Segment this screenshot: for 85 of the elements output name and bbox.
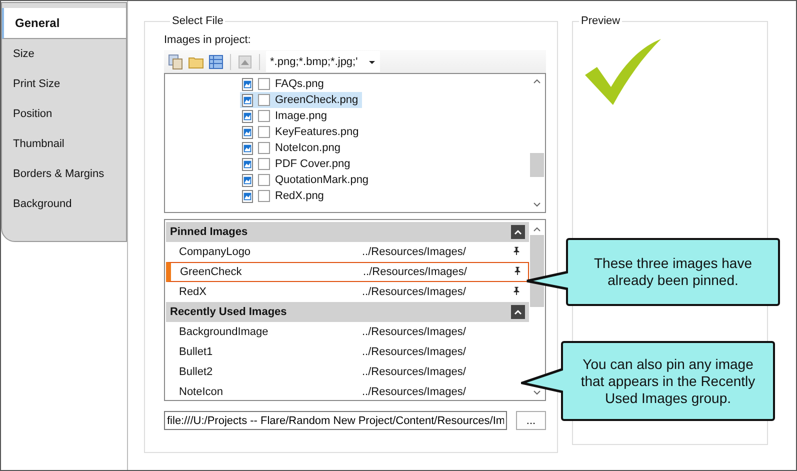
image-file-icon xyxy=(242,94,253,106)
scroll-thumb[interactable] xyxy=(530,235,544,307)
image-name: NoteIcon xyxy=(179,386,224,398)
file-name: NoteIcon.png xyxy=(275,142,340,154)
group-header[interactable]: Pinned Images xyxy=(166,222,529,242)
image-file-icon xyxy=(242,78,253,90)
file-item[interactable]: PDF Cover.png xyxy=(240,156,354,172)
file-item[interactable]: Image.png xyxy=(240,108,331,124)
scroll-up-icon[interactable] xyxy=(532,77,542,85)
pin-icon[interactable] xyxy=(512,246,521,255)
list-label: Images in project: xyxy=(164,34,252,46)
scroll-thumb[interactable] xyxy=(530,153,544,177)
image-file-icon xyxy=(242,174,253,186)
image-name: GreenCheck xyxy=(180,266,243,278)
callout: These three images have already been pinned. xyxy=(566,238,780,306)
tab[interactable]: Thumbnail xyxy=(2,129,126,159)
image-name: RedX xyxy=(179,286,208,298)
checkbox[interactable] xyxy=(258,94,270,106)
image-file-icon xyxy=(242,126,253,138)
group-title: Select File xyxy=(171,15,224,27)
file-name: GreenCheck.png xyxy=(275,94,358,106)
file-name: FAQs.png xyxy=(275,78,324,90)
checkbox[interactable] xyxy=(258,174,270,186)
image-path: ../Resources/Images/ xyxy=(363,266,468,278)
checkbox[interactable] xyxy=(258,142,270,154)
tab[interactable]: Background xyxy=(2,189,126,219)
checkbox[interactable] xyxy=(258,158,270,170)
checkbox[interactable] xyxy=(258,190,270,202)
image-file-icon xyxy=(242,158,253,170)
image-name: Bullet2 xyxy=(179,366,214,378)
callout: You can also pin any image that appears in the Recently Used Images group. xyxy=(561,341,775,421)
image-path: ../Resources/Images/ xyxy=(362,366,467,378)
image-row[interactable]: Bullet2 ../Resources/Images/ xyxy=(166,362,529,382)
path-field[interactable]: file:///U:/Projects -- Flare/Random New Project/Content/Resources/Im xyxy=(164,411,507,430)
tab[interactable]: Size xyxy=(2,39,126,69)
file-item[interactable]: RedX.png xyxy=(240,188,328,204)
checkmark-icon xyxy=(583,37,663,107)
collapse-icon[interactable] xyxy=(511,225,525,239)
image-row[interactable]: BackgroundImage ../Resources/Images/ xyxy=(166,322,529,342)
image-file-icon xyxy=(242,110,253,122)
file-name: Image.png xyxy=(275,110,327,122)
checkbox[interactable] xyxy=(258,110,270,122)
image-path: ../Resources/Images/ xyxy=(362,346,467,358)
image-path: ../Resources/Images/ xyxy=(362,286,467,298)
file-name: QuotationMark.png xyxy=(275,174,369,186)
file-item[interactable]: KeyFeatures.png xyxy=(240,124,363,140)
group-title: Preview xyxy=(580,15,622,27)
image-path: ../Resources/Images/ xyxy=(362,246,467,258)
scroll-up-icon[interactable] xyxy=(532,225,542,233)
image-name: BackgroundImage xyxy=(179,326,270,338)
file-name: PDF Cover.png xyxy=(275,158,350,170)
grid-icon[interactable] xyxy=(208,54,224,70)
file-name: KeyFeatures.png xyxy=(275,126,359,138)
scroll-down-icon[interactable] xyxy=(532,201,542,209)
collapse-icon[interactable] xyxy=(511,305,525,319)
tab[interactable]: Position xyxy=(2,99,126,129)
callout-pointer xyxy=(521,365,563,395)
filter-dropdown[interactable]: *.png;*.bmp;*.jpg;' xyxy=(266,51,380,72)
file-item[interactable]: GreenCheck.png xyxy=(240,92,362,108)
image-row[interactable]: RedX ../Resources/Images/ xyxy=(166,282,529,302)
pin-icon[interactable] xyxy=(513,266,522,275)
group-header[interactable]: Recently Used Images xyxy=(166,302,529,322)
upload-icon[interactable] xyxy=(237,54,253,70)
image-file-icon xyxy=(242,142,253,154)
copy-icon[interactable] xyxy=(168,54,184,70)
image-row[interactable]: Bullet1 ../Resources/Images/ xyxy=(166,342,529,362)
tab[interactable]: General xyxy=(2,8,126,39)
checkbox[interactable] xyxy=(258,78,270,90)
checkbox[interactable] xyxy=(258,126,270,138)
file-item[interactable]: FAQs.png xyxy=(240,76,328,92)
file-item[interactable]: NoteIcon.png xyxy=(240,140,344,156)
browse-button[interactable]: ... xyxy=(516,411,546,430)
scroll-down-icon[interactable] xyxy=(532,389,542,397)
image-path: ../Resources/Images/ xyxy=(362,386,467,398)
image-path: ../Resources/Images/ xyxy=(362,326,467,338)
image-name: Bullet1 xyxy=(179,346,214,358)
pin-icon[interactable] xyxy=(512,286,521,295)
file-item[interactable]: QuotationMark.png xyxy=(240,172,373,188)
image-name: CompanyLogo xyxy=(179,246,252,258)
file-name: RedX.png xyxy=(275,190,324,202)
tab[interactable]: Print Size xyxy=(2,69,126,99)
callout-pointer xyxy=(526,268,568,292)
image-file-icon xyxy=(242,190,253,202)
image-row[interactable]: CompanyLogo ../Resources/Images/ xyxy=(166,242,529,262)
tab[interactable]: Borders & Margins xyxy=(2,159,126,189)
